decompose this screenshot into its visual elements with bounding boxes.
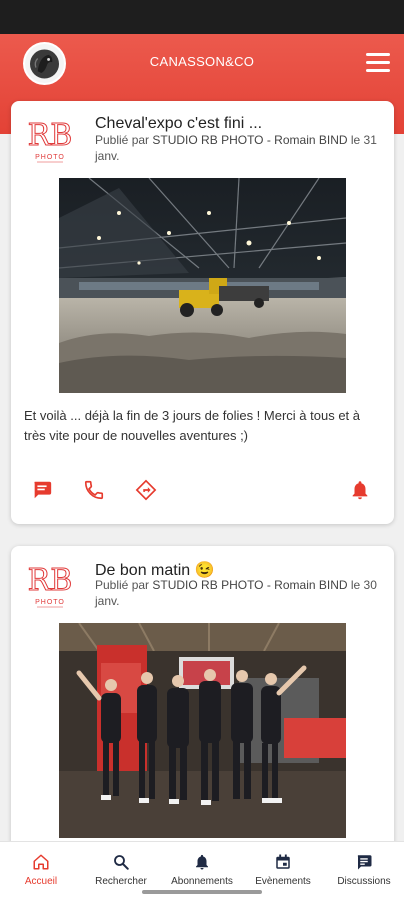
hamburger-menu-icon[interactable]	[366, 53, 390, 73]
post-card[interactable]: RB PHOTO Cheval'expo c'est fini ... Publ…	[11, 101, 394, 524]
home-icon	[32, 853, 50, 871]
nav-item-abonnements[interactable]: Abonnements	[162, 842, 242, 892]
app-title: CANASSON&CO	[149, 54, 255, 69]
post-actions	[11, 476, 394, 506]
status-bar	[0, 0, 404, 34]
studio-rb-photo-logo: RB PHOTO	[25, 556, 75, 612]
home-indicator[interactable]	[142, 890, 262, 894]
svg-text:RB: RB	[28, 118, 73, 153]
bell-icon[interactable]	[349, 479, 371, 501]
message-icon[interactable]	[31, 479, 53, 501]
directions-icon[interactable]	[135, 479, 157, 501]
svg-text:PHOTO: PHOTO	[35, 154, 65, 161]
post-meta: Publié par STUDIO RB PHOTO - Romain BIND…	[95, 577, 385, 609]
calendar-icon	[274, 853, 292, 871]
meta-prefix: Publié par	[95, 578, 150, 592]
nav-label: Abonnements	[171, 876, 233, 887]
phone-icon[interactable]	[83, 479, 105, 501]
nav-item-discussions[interactable]: Discussions	[324, 842, 404, 892]
nav-label: Rechercher	[95, 876, 147, 887]
post-body: Et voilà ... déjà la fin de 3 jours de f…	[24, 408, 361, 443]
meta-prefix: Publié par	[95, 133, 150, 147]
nav-label: Accueil	[24, 876, 58, 887]
nav-label: Evènements	[255, 876, 311, 887]
post-photo[interactable]	[59, 178, 346, 393]
nav-item-accueil[interactable]: Accueil	[1, 842, 81, 892]
studio-rb-photo-logo: RB PHOTO	[25, 111, 75, 167]
nav-item-rechercher[interactable]: Rechercher	[81, 842, 161, 892]
svg-text:PHOTO: PHOTO	[35, 599, 65, 606]
svg-text:RB: RB	[28, 563, 73, 598]
post-photo[interactable]	[59, 623, 346, 838]
chat-icon	[355, 853, 373, 871]
post-title[interactable]: Cheval'expo c'est fini ...	[95, 115, 262, 133]
post-card[interactable]: RB PHOTO De bon matin 😉 Publié par STUDI…	[11, 546, 394, 866]
post-author[interactable]: STUDIO RB PHOTO - Romain BIND	[152, 578, 347, 592]
search-icon	[112, 853, 130, 871]
post-author[interactable]: STUDIO RB PHOTO - Romain BIND	[152, 133, 347, 147]
nav-item-evenements[interactable]: Evènements	[243, 842, 323, 892]
post-meta: Publié par STUDIO RB PHOTO - Romain BIND…	[95, 132, 385, 164]
nav-label: Discussions	[337, 876, 391, 887]
bell-icon	[193, 853, 211, 871]
